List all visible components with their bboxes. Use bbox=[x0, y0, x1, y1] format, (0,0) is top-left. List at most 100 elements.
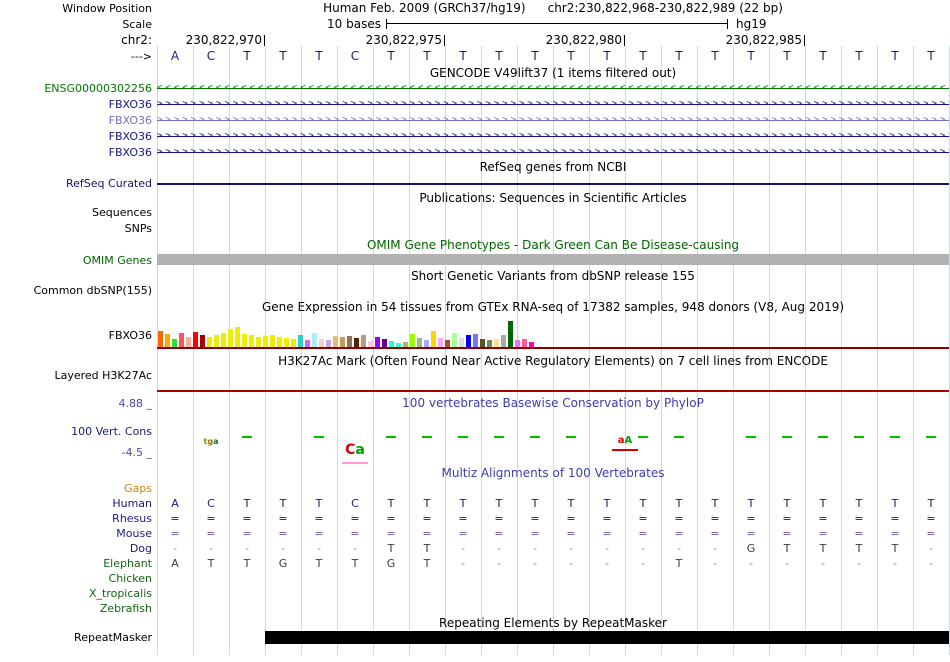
phylop-underline bbox=[342, 462, 368, 464]
alignment-base: = bbox=[854, 512, 864, 525]
track-title-publications[interactable]: Publications: Sequences in Scientific Ar… bbox=[157, 192, 949, 205]
alignment-base: T bbox=[819, 497, 827, 510]
gtex-bar bbox=[277, 337, 282, 347]
repeatmasker-label[interactable]: RepeatMasker bbox=[0, 631, 152, 644]
publications-sequences-label[interactable]: Sequences bbox=[0, 206, 152, 219]
alignment-base: T bbox=[315, 557, 323, 570]
species-label[interactable]: Rhesus bbox=[0, 512, 152, 525]
ruler-tick-label: 230,822,970 bbox=[185, 33, 262, 47]
alignment-base: G bbox=[278, 557, 288, 570]
gene-model[interactable]: >>>>>>>>>>>>>>>>>>>>>>>>>>>>>>>>>>>>>>>>… bbox=[157, 130, 949, 143]
track-title-omim[interactable]: OMIM Gene Phenotypes - Dark Green Can Be… bbox=[157, 239, 949, 252]
sequence-base: T bbox=[423, 49, 431, 63]
conservation-label[interactable]: 100 Vert. Cons bbox=[0, 425, 152, 438]
alignment-base: T bbox=[531, 497, 539, 510]
omim-genes-label[interactable]: OMIM Genes bbox=[0, 254, 152, 267]
species-label[interactable]: Chicken bbox=[0, 572, 152, 585]
gtex-bar bbox=[522, 339, 527, 347]
species-label[interactable]: Mouse bbox=[0, 527, 152, 540]
sequence-base: C bbox=[350, 49, 360, 63]
conservation-tick bbox=[890, 436, 900, 438]
track-title-repeatmasker[interactable]: Repeating Elements by RepeatMasker bbox=[157, 617, 949, 630]
omim-genes-bar[interactable] bbox=[157, 254, 949, 265]
gtex-bar bbox=[487, 340, 492, 347]
track-title-multiz[interactable]: Multiz Alignments of 100 Vertebrates bbox=[157, 467, 949, 480]
track-title-dbsnp[interactable]: Short Genetic Variants from dbSNP releas… bbox=[157, 270, 949, 283]
species-label[interactable]: Elephant bbox=[0, 557, 152, 570]
sequence-base: C bbox=[206, 49, 216, 63]
gtex-bar bbox=[284, 338, 289, 347]
track-title-phylop[interactable]: 100 vertebrates Basewise Conservation by… bbox=[157, 397, 949, 410]
gene-label[interactable]: FBXO36 bbox=[0, 130, 152, 143]
gtex-bar bbox=[438, 338, 443, 347]
alignment-base: - bbox=[785, 557, 789, 570]
alignment-base: - bbox=[605, 542, 609, 555]
gtex-bar bbox=[235, 327, 240, 347]
gene-label[interactable]: FBXO36 bbox=[0, 146, 152, 159]
scale-label: Scale bbox=[122, 18, 152, 31]
sequence-base: T bbox=[495, 49, 503, 63]
refseq-gene-line[interactable] bbox=[157, 183, 949, 185]
alignment-base: C bbox=[207, 497, 215, 510]
alignment-base: = bbox=[710, 512, 720, 525]
track-title-gencode[interactable]: GENCODE V49lift37 (1 items filtered out) bbox=[157, 67, 949, 80]
phylop-logo: tga bbox=[189, 438, 233, 446]
alignment-base: = bbox=[782, 512, 792, 525]
gtex-bar bbox=[207, 337, 212, 347]
h3k27ac-label[interactable]: Layered H3K27Ac bbox=[0, 369, 152, 382]
alignment-base: = bbox=[494, 512, 504, 525]
gtex-bar bbox=[382, 339, 387, 347]
alignment-base: T bbox=[495, 497, 503, 510]
track-title-refseq[interactable]: RefSeq genes from NCBI bbox=[157, 161, 949, 174]
gtex-bar bbox=[319, 339, 324, 347]
alignment-base: - bbox=[497, 557, 501, 570]
alignment-base: = bbox=[314, 512, 324, 525]
alignment-base: = bbox=[638, 512, 648, 525]
track-title-gtex[interactable]: Gene Expression in 54 tissues from GTEx … bbox=[157, 301, 949, 314]
alignment-base: T bbox=[207, 557, 215, 570]
gtex-baseline bbox=[157, 347, 949, 349]
alignment-base: T bbox=[279, 497, 287, 510]
gtex-bar bbox=[172, 339, 177, 347]
gtex-bar bbox=[270, 335, 275, 347]
gene-label[interactable]: FBXO36 bbox=[0, 114, 152, 127]
gene-model[interactable]: >>>>>>>>>>>>>>>>>>>>>>>>>>>>>>>>>>>>>>>>… bbox=[157, 114, 949, 127]
gene-model[interactable]: >>>>>>>>>>>>>>>>>>>>>>>>>>>>>>>>>>>>>>>>… bbox=[157, 98, 949, 111]
gene-label[interactable]: FBXO36 bbox=[0, 98, 152, 111]
dbsnp-label[interactable]: Common dbSNP(155) bbox=[0, 284, 152, 297]
conservation-tick bbox=[494, 436, 504, 438]
gaps-label: Gaps bbox=[124, 482, 152, 495]
gene-model[interactable]: >>>>>>>>>>>>>>>>>>>>>>>>>>>>>>>>>>>>>>>>… bbox=[157, 146, 949, 159]
alignment-base: - bbox=[569, 542, 573, 555]
ruler-tick-label: 230,822,980 bbox=[545, 33, 622, 47]
alignment-base: = bbox=[854, 527, 864, 540]
species-label[interactable]: Human bbox=[0, 497, 152, 510]
conservation-tick bbox=[386, 436, 396, 438]
gtex-bar bbox=[361, 335, 366, 347]
ruler-tick bbox=[624, 35, 625, 46]
sequence-base: T bbox=[783, 49, 791, 63]
repeatmasker-bar[interactable] bbox=[265, 631, 949, 644]
alignment-base: T bbox=[819, 542, 827, 555]
gtex-bar bbox=[221, 333, 226, 347]
gene-label[interactable]: ENSG00000302256 bbox=[0, 82, 152, 95]
gtex-gene-label[interactable]: FBXO36 bbox=[0, 329, 152, 342]
alignment-base: T bbox=[423, 557, 431, 570]
alignment-base: = bbox=[422, 527, 432, 540]
alignment-base: = bbox=[746, 512, 756, 525]
refseq-curated-label[interactable]: RefSeq Curated bbox=[0, 177, 152, 190]
species-label[interactable]: X_tropicalis bbox=[0, 587, 152, 600]
sequence-base: A bbox=[170, 49, 180, 63]
gtex-bar bbox=[312, 333, 317, 347]
species-label[interactable]: Zebrafish bbox=[0, 602, 152, 615]
track-title-h3k27ac[interactable]: H3K27Ac Mark (Often Found Near Active Re… bbox=[157, 355, 949, 368]
species-label[interactable]: Dog bbox=[0, 542, 152, 555]
alignment-base: - bbox=[713, 557, 717, 570]
gene-model[interactable]: <<<<<<<<<<<<<<<<<<<<<<<<<<<<<<<<<<<<<<<<… bbox=[157, 82, 949, 95]
sequence-base: T bbox=[243, 49, 251, 63]
alignment-base: T bbox=[855, 542, 863, 555]
alignment-base: = bbox=[782, 527, 792, 540]
publications-snps-label[interactable]: SNPs bbox=[0, 222, 152, 235]
alignment-base: = bbox=[350, 527, 360, 540]
alignment-base: = bbox=[278, 512, 288, 525]
